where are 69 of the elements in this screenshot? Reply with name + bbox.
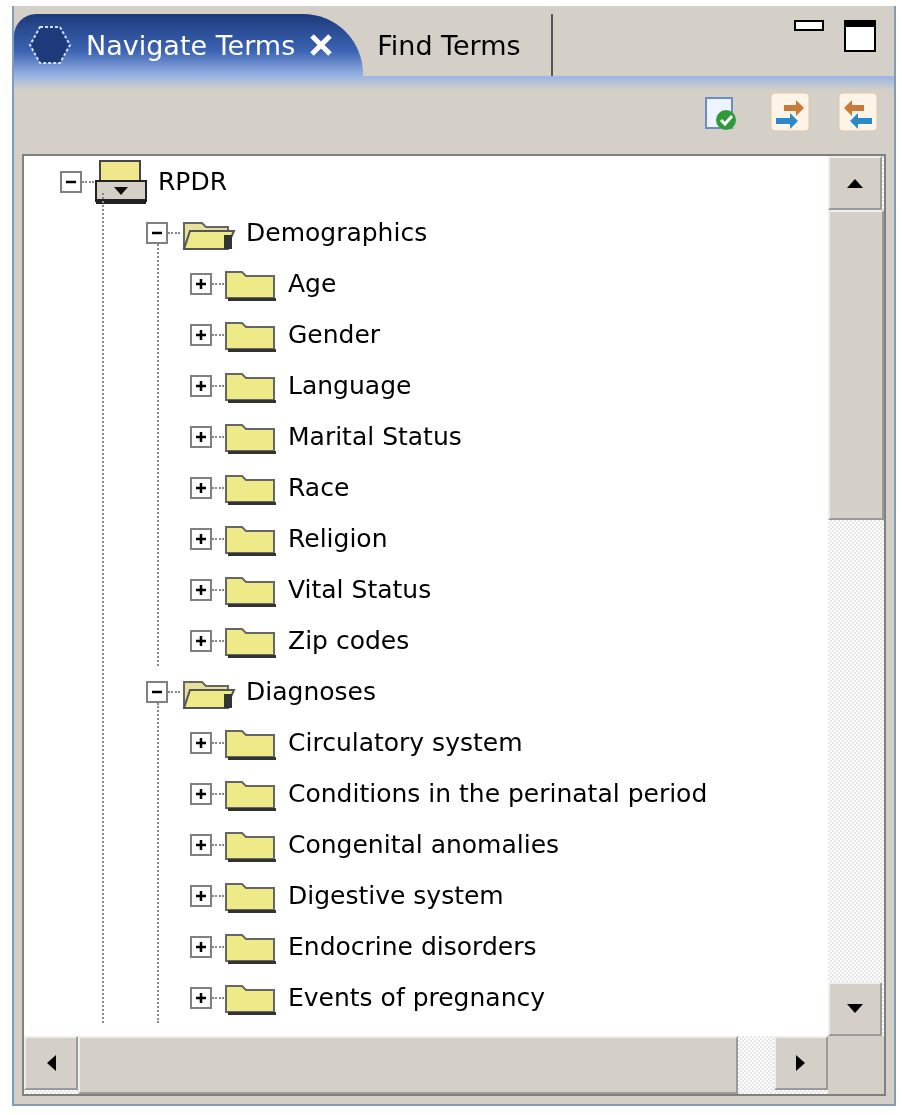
expand-toggle[interactable]	[146, 680, 168, 703]
tree-item[interactable]: Religion	[288, 524, 388, 553]
tree-item[interactable]: Diagnoses	[246, 677, 376, 706]
right-triangle-icon	[795, 1053, 807, 1073]
scrollbar-thumb[interactable]	[828, 210, 884, 520]
plus-icon	[194, 633, 208, 648]
plus-icon	[194, 327, 208, 342]
plus-icon	[194, 888, 208, 903]
expand-toggle[interactable]	[190, 374, 212, 397]
plus-icon	[194, 531, 208, 546]
expand-toggle[interactable]	[190, 629, 212, 652]
tree-item[interactable]: Congenital anomalies	[288, 830, 560, 859]
plus-icon	[194, 735, 208, 750]
arrows-left-icon	[838, 92, 878, 132]
expand-toggle[interactable]	[190, 731, 212, 754]
scroll-right-button[interactable]	[774, 1036, 828, 1090]
plus-icon	[194, 837, 208, 852]
tree-item[interactable]: Endocrine disorders	[288, 932, 537, 961]
plus-icon	[194, 582, 208, 597]
tree-item[interactable]: Demographics	[246, 218, 428, 247]
tab[interactable]: Navigate Terms	[14, 14, 364, 76]
plus-icon	[194, 939, 208, 954]
scroll-left-button[interactable]	[24, 1036, 78, 1090]
expand-toggle[interactable]	[60, 170, 82, 193]
up-triangle-icon	[845, 177, 865, 189]
arrows-right-icon	[770, 92, 810, 132]
expand-toggle[interactable]	[190, 884, 212, 907]
tree-item[interactable]: Events of pregnancy	[288, 983, 546, 1012]
expand-toggle[interactable]	[190, 782, 212, 805]
plus-icon	[194, 276, 208, 291]
expand-toggle[interactable]	[190, 425, 212, 448]
tree-item[interactable]: Language	[288, 371, 412, 400]
tree-item[interactable]: Circulatory system	[288, 728, 523, 757]
expand-toggle[interactable]	[190, 935, 212, 958]
expand-toggle[interactable]	[190, 323, 212, 346]
maximize-icon[interactable]	[844, 20, 876, 52]
tree-item[interactable]: Gender	[288, 320, 381, 349]
plus-icon	[194, 990, 208, 1005]
toolbar-button[interactable]	[770, 92, 810, 132]
tree-item[interactable]: Vital Status	[288, 575, 432, 604]
expand-toggle[interactable]	[190, 833, 212, 856]
scroll-up-button[interactable]	[828, 156, 882, 210]
left-triangle-icon	[45, 1053, 57, 1073]
expand-toggle[interactable]	[190, 272, 212, 295]
drive-icon	[94, 158, 148, 205]
plus-icon	[194, 378, 208, 393]
tree-item[interactable]: Age	[288, 269, 337, 298]
tree-item[interactable]: Digestive system	[288, 881, 504, 910]
plus-icon	[194, 480, 208, 495]
tree-item[interactable]: Zip codes	[288, 626, 410, 655]
view-icon	[28, 25, 72, 65]
scrollbar-thumb[interactable]	[78, 1036, 738, 1094]
plus-icon	[194, 786, 208, 801]
tree-item[interactable]: RPDR	[158, 167, 228, 196]
scroll-down-button[interactable]	[828, 982, 882, 1036]
tree-item[interactable]: Marital Status	[288, 422, 462, 451]
tree-item[interactable]: Conditions in the perinatal period	[288, 779, 708, 808]
expand-toggle[interactable]	[190, 527, 212, 550]
expand-toggle[interactable]	[190, 986, 212, 1009]
down-triangle-icon	[845, 1003, 865, 1015]
close-icon[interactable]	[309, 33, 334, 57]
scrollbar-corner	[828, 1036, 884, 1094]
minimize-icon[interactable]	[794, 20, 824, 32]
toolbar-button[interactable]	[838, 92, 878, 132]
expand-toggle[interactable]	[146, 221, 168, 244]
expand-toggle[interactable]	[190, 476, 212, 499]
expand-toggle[interactable]	[190, 578, 212, 601]
plus-icon	[194, 429, 208, 444]
tree-item[interactable]: Race	[288, 473, 350, 502]
